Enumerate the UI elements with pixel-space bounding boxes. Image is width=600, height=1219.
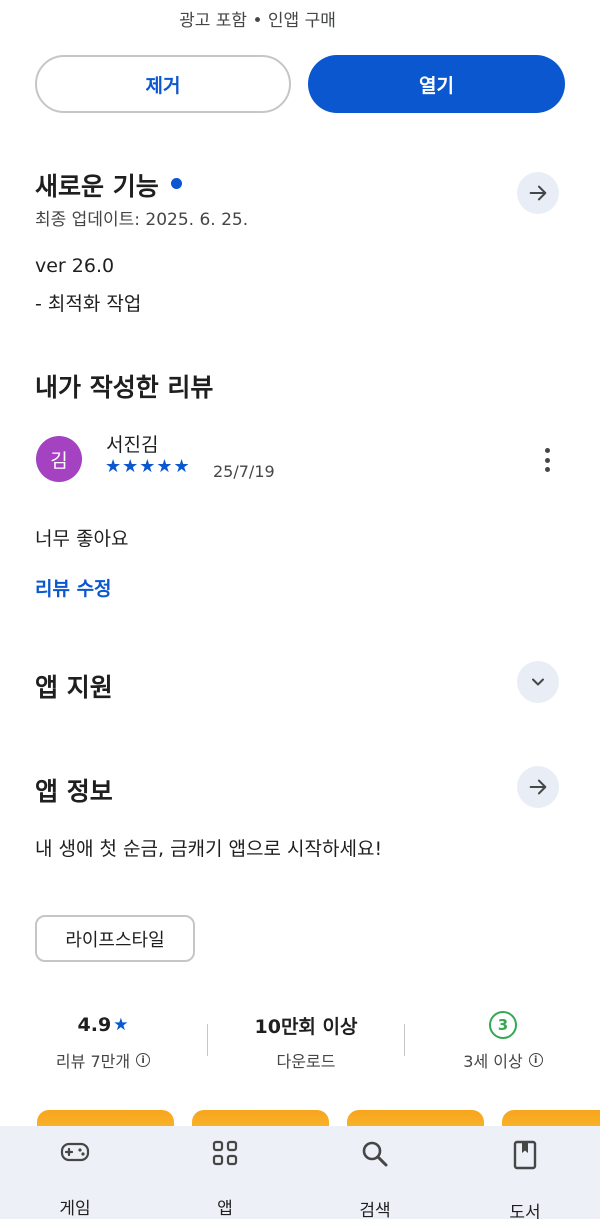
whats-new-arrow-button[interactable] <box>517 172 559 214</box>
arrow-right-icon <box>529 779 547 795</box>
stat-divider <box>207 1024 208 1056</box>
app-meta-info: 광고 포함 • 인앱 구매 <box>179 11 336 31</box>
nav-item-apps[interactable]: 앱 <box>150 1126 300 1219</box>
star-rating: ★★★★★ <box>105 456 191 477</box>
rating-count-label: 리뷰 7만개 <box>55 1052 131 1071</box>
age-rating-label: 3세 이상 <box>463 1052 523 1071</box>
edit-review-link[interactable]: 리뷰 수정 <box>35 574 112 601</box>
app-support-title[interactable]: 앱 지원 <box>35 668 113 704</box>
info-icon: i <box>136 1053 151 1067</box>
app-info-title[interactable]: 앱 정보 <box>35 772 113 808</box>
nav-item-games[interactable]: 게임 <box>0 1126 150 1219</box>
nav-item-search[interactable]: 검색 <box>300 1126 450 1219</box>
open-button[interactable]: 열기 <box>308 55 565 113</box>
downloads-label: 다운로드 <box>276 1052 336 1071</box>
whats-new-title: 새로운 기능 <box>35 172 159 201</box>
arrow-right-icon <box>529 185 547 201</box>
search-icon <box>360 1140 390 1168</box>
age-rating-badge: 3 <box>489 1011 517 1039</box>
my-review-title: 내가 작성한 리뷰 <box>35 373 214 402</box>
review-text: 너무 좋아요 <box>35 528 129 550</box>
release-notes-text: - 최적화 작업 <box>35 293 142 315</box>
stat-divider <box>404 1024 405 1056</box>
app-support-expand-button[interactable] <box>517 661 559 703</box>
whats-new-header[interactable]: 새로운 기능 <box>35 167 182 203</box>
last-updated-text: 최종 업데이트: 2025. 6. 25. <box>35 210 249 230</box>
new-indicator-dot <box>170 178 182 189</box>
uninstall-button[interactable]: 제거 <box>35 55 291 113</box>
nav-label-games: 게임 <box>59 1199 91 1219</box>
nav-item-books[interactable]: 도서 <box>450 1126 600 1219</box>
star-icon: ★ <box>113 1015 129 1035</box>
avatar: 김 <box>36 436 82 482</box>
review-date: 25/7/19 <box>213 462 275 481</box>
app-info-arrow-button[interactable] <box>517 766 559 808</box>
downloads-stat: 10만회 이상 다운로드 <box>211 1010 401 1072</box>
more-options-icon[interactable] <box>536 446 558 474</box>
apps-grid-icon <box>210 1140 240 1166</box>
downloads-value: 10만회 이상 <box>254 1015 358 1038</box>
age-rating-stat[interactable]: 3 3세 이상 i <box>408 1010 598 1072</box>
reviewer-name: 서진김 <box>106 434 159 456</box>
rating-value: 4.9 <box>77 1014 112 1036</box>
info-icon: i <box>528 1053 543 1067</box>
rating-stat[interactable]: 4.9 ★ 리뷰 7만개 i <box>8 1010 198 1072</box>
gamepad-icon <box>60 1140 90 1166</box>
chevron-down-icon <box>532 678 544 686</box>
nav-label-apps: 앱 <box>217 1199 233 1219</box>
nav-label-books: 도서 <box>509 1203 541 1219</box>
nav-label-search: 검색 <box>359 1201 391 1219</box>
book-icon <box>510 1140 540 1170</box>
category-chip[interactable]: 라이프스타일 <box>35 915 195 962</box>
app-description: 내 생애 첫 순금, 금캐기 앱으로 시작하세요! <box>35 838 383 860</box>
bottom-navigation: 게임 앱 검색 도서 <box>0 1126 600 1219</box>
version-text: ver 26.0 <box>35 255 115 277</box>
